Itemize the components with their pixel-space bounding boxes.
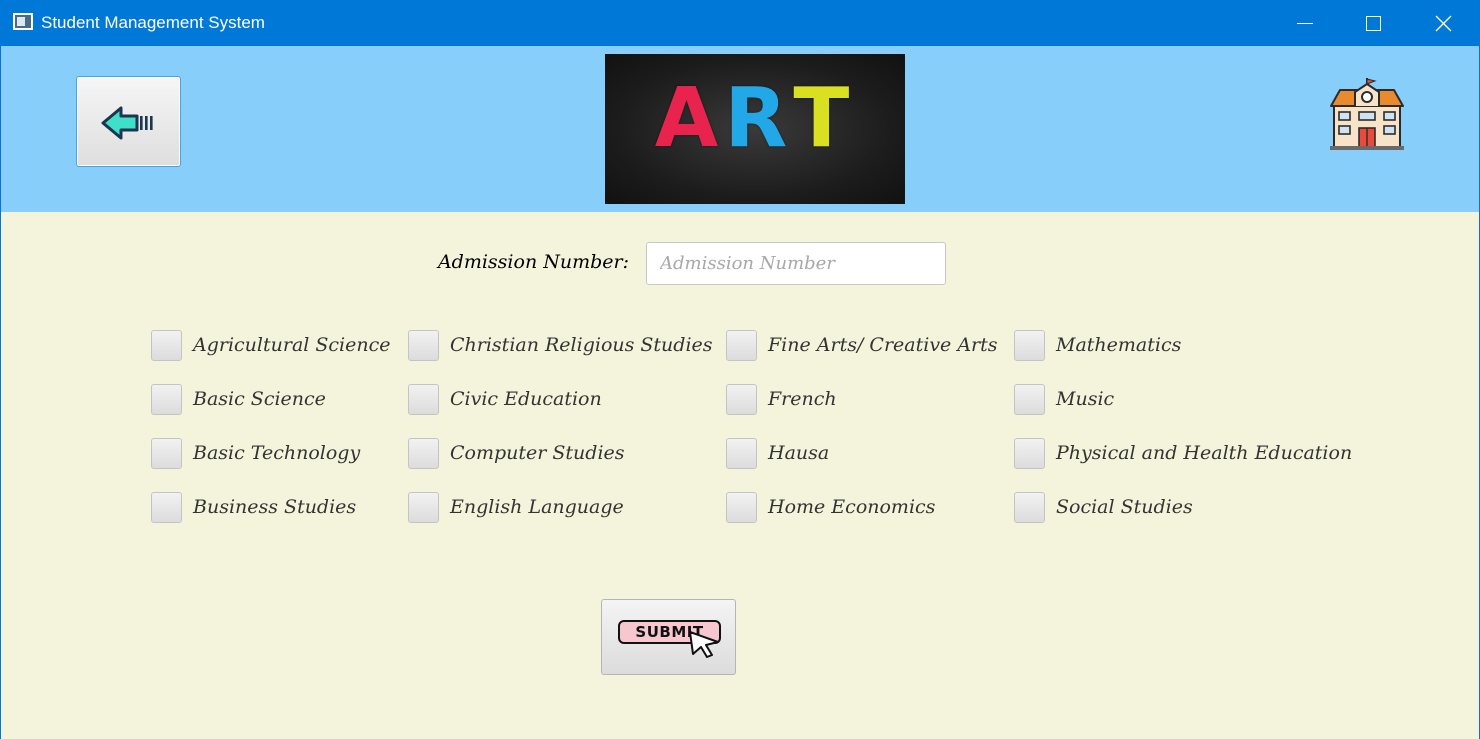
arrow-left-icon xyxy=(101,106,153,140)
checkbox[interactable] xyxy=(726,438,757,469)
checkbox[interactable] xyxy=(1014,330,1045,361)
subject-mathematics[interactable]: Mathematics xyxy=(1014,330,1374,384)
subject-label: Civic Education xyxy=(450,388,602,410)
checkbox[interactable] xyxy=(151,438,182,469)
minimize-icon xyxy=(1297,23,1313,24)
subject-home-economics[interactable]: Home Economics xyxy=(726,492,1014,546)
cursor-icon xyxy=(689,631,719,658)
subject-civic-education[interactable]: Civic Education xyxy=(408,384,726,438)
subject-label: Fine Arts/ Creative Arts xyxy=(768,334,998,356)
subjects-grid: Agricultural Science Basic Science Basic… xyxy=(151,330,1391,530)
banner-letter: T xyxy=(793,71,856,166)
submit-button[interactable]: SUBMIT xyxy=(601,599,736,675)
app-window-icon xyxy=(13,13,33,30)
subject-label: Computer Studies xyxy=(450,442,625,464)
checkbox[interactable] xyxy=(1014,438,1045,469)
checkbox[interactable] xyxy=(408,492,439,523)
subject-computer-studies[interactable]: Computer Studies xyxy=(408,438,726,492)
subject-social-studies[interactable]: Social Studies xyxy=(1014,492,1374,546)
checkbox[interactable] xyxy=(726,492,757,523)
subject-fine-arts[interactable]: Fine Arts/ Creative Arts xyxy=(726,330,1014,384)
art-banner-image: ART xyxy=(605,54,905,204)
admission-number-label: Admission Number: xyxy=(437,251,629,273)
subject-hausa[interactable]: Hausa xyxy=(726,438,1014,492)
checkbox[interactable] xyxy=(726,384,757,415)
subject-business-studies[interactable]: Business Studies xyxy=(151,492,408,546)
subject-label: Music xyxy=(1056,388,1115,410)
banner-letter: A xyxy=(654,71,725,166)
subject-music[interactable]: Music xyxy=(1014,384,1374,438)
subject-label: Social Studies xyxy=(1056,496,1193,518)
subject-basic-technology[interactable]: Basic Technology xyxy=(151,438,408,492)
minimize-button[interactable] xyxy=(1270,0,1340,46)
subject-physical-and-health-education[interactable]: Physical and Health Education xyxy=(1014,438,1374,492)
subject-label: Business Studies xyxy=(193,496,357,518)
subject-label: Home Economics xyxy=(768,496,936,518)
subject-english-language[interactable]: English Language xyxy=(408,492,726,546)
back-button[interactable] xyxy=(76,76,181,167)
banner-letter: R xyxy=(724,71,794,166)
subject-label: Hausa xyxy=(768,442,830,464)
subject-label: Mathematics xyxy=(1056,334,1182,356)
window-title: Student Management System xyxy=(41,13,265,32)
subject-label: French xyxy=(768,388,837,410)
subject-label: English Language xyxy=(450,496,624,518)
subject-label: Basic Science xyxy=(193,388,326,410)
subject-label: Agricultural Science xyxy=(193,334,391,356)
title-bar: Student Management System xyxy=(0,0,1480,46)
checkbox[interactable] xyxy=(408,384,439,415)
maximize-button[interactable] xyxy=(1338,0,1408,46)
checkbox[interactable] xyxy=(408,330,439,361)
subject-label: Christian Religious Studies xyxy=(450,334,713,356)
checkbox[interactable] xyxy=(1014,384,1045,415)
subject-basic-science[interactable]: Basic Science xyxy=(151,384,408,438)
subject-french[interactable]: French xyxy=(726,384,1014,438)
subject-label: Basic Technology xyxy=(193,442,361,464)
school-building-icon xyxy=(1330,78,1404,150)
maximize-icon xyxy=(1366,16,1381,31)
checkbox[interactable] xyxy=(151,330,182,361)
checkbox[interactable] xyxy=(151,384,182,415)
banner-word: ART xyxy=(605,78,905,160)
checkbox[interactable] xyxy=(726,330,757,361)
close-button[interactable] xyxy=(1408,0,1478,46)
checkbox[interactable] xyxy=(1014,492,1045,523)
subject-agricultural-science[interactable]: Agricultural Science xyxy=(151,330,408,384)
admission-number-input[interactable] xyxy=(646,242,946,285)
close-icon xyxy=(1435,15,1452,32)
checkbox[interactable] xyxy=(151,492,182,523)
subject-christian-religious-studies[interactable]: Christian Religious Studies xyxy=(408,330,726,384)
subject-label: Physical and Health Education xyxy=(1056,442,1353,464)
checkbox[interactable] xyxy=(408,438,439,469)
